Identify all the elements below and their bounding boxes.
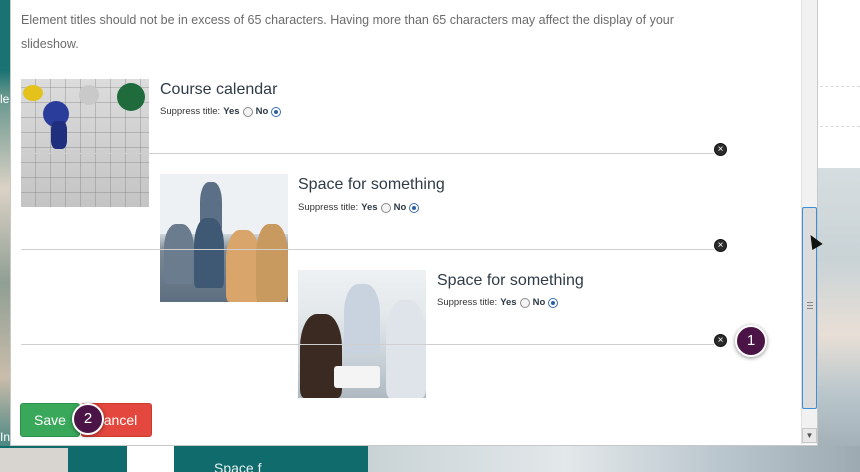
- item-title: Course calendar: [160, 81, 278, 98]
- slideshow-edit-modal: Element titles should not be in excess o…: [10, 0, 818, 446]
- suppress-no-radio[interactable]: [548, 297, 559, 308]
- student-figure: [226, 230, 260, 302]
- yellow-pushpin-icon: [23, 85, 43, 101]
- office-team-image: [298, 270, 426, 398]
- yes-label: Yes: [500, 297, 517, 308]
- green-pushpin-icon: [117, 83, 145, 111]
- step-marker-1: 1: [735, 325, 767, 357]
- scroll-down-arrow-icon[interactable]: ▼: [802, 428, 817, 443]
- suppress-title-label: Suppress title:: [298, 202, 359, 213]
- blue-pushpin-icon: [51, 121, 67, 149]
- suppress-title-label: Suppress title:: [160, 106, 221, 117]
- suppress-title-label: Suppress title:: [437, 297, 498, 308]
- title-length-notice: Element titles should not be in excess o…: [21, 13, 674, 51]
- background-tile-text: Space f: [214, 460, 262, 472]
- student-figure: [194, 218, 224, 288]
- suppress-yes-radio[interactable]: [519, 297, 530, 308]
- background-bottom-photo: [368, 446, 860, 472]
- suppress-no-radio[interactable]: [271, 106, 282, 117]
- background-divider: [820, 86, 860, 87]
- item-divider: [21, 249, 714, 250]
- student-figure: [256, 224, 288, 302]
- yes-label: Yes: [223, 106, 240, 117]
- item-divider: [21, 344, 714, 345]
- background-right-photo: [817, 168, 860, 472]
- background-teal-tile: [174, 446, 368, 472]
- no-label: No: [532, 297, 546, 308]
- gray-pushpin-icon: [79, 85, 99, 105]
- suppress-title-control: Suppress title: Yes No: [160, 106, 282, 117]
- suppress-title-control: Suppress title: Yes No: [437, 297, 559, 308]
- no-label: No: [393, 202, 407, 213]
- suppress-yes-radio[interactable]: [380, 202, 391, 213]
- no-label: No: [255, 106, 269, 117]
- remove-item-icon[interactable]: ×: [714, 143, 727, 156]
- background-divider: [820, 126, 860, 127]
- remove-item-icon[interactable]: ×: [714, 239, 727, 252]
- remove-item-icon[interactable]: ×: [714, 334, 727, 347]
- yes-label: Yes: [361, 202, 378, 213]
- save-button[interactable]: Save: [20, 403, 80, 437]
- item-divider: [21, 153, 714, 154]
- scrollbar-grip-icon: [807, 302, 813, 310]
- classroom-lecture-image: [160, 174, 288, 302]
- item-title: Space for something: [298, 176, 445, 193]
- background-left-text: le: [0, 92, 10, 106]
- team-member-figure: [386, 300, 426, 398]
- student-figure: [164, 224, 194, 284]
- background-gray-block: [0, 448, 68, 472]
- item-title: Space for something: [437, 272, 584, 289]
- step-marker-2: 2: [72, 403, 104, 435]
- background-left-text: In: [0, 430, 11, 444]
- suppress-no-radio[interactable]: [409, 202, 420, 213]
- tablet-device: [334, 366, 380, 388]
- background-left-photo: [0, 0, 10, 472]
- suppress-title-control: Suppress title: Yes No: [298, 202, 420, 213]
- calendar-with-pushpins-image: [21, 79, 149, 207]
- suppress-yes-radio[interactable]: [242, 106, 253, 117]
